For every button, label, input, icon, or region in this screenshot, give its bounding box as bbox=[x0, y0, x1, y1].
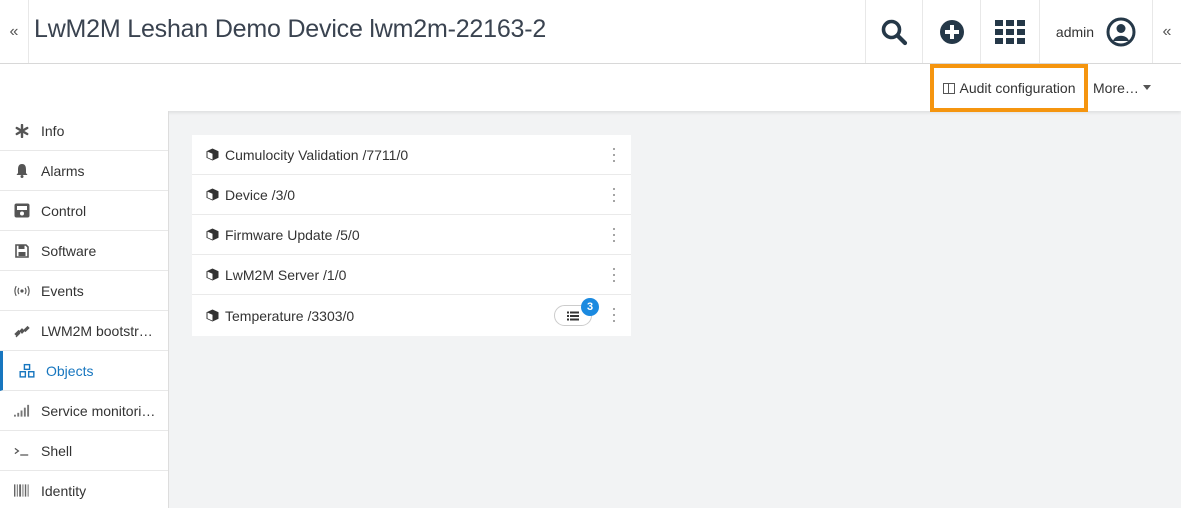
object-label: LwM2M Server /1/0 bbox=[225, 266, 347, 283]
kebab-menu-icon[interactable] bbox=[611, 188, 617, 202]
sidebar-item-label: Control bbox=[41, 202, 87, 219]
sidebar-item-label: Info bbox=[41, 122, 65, 139]
satellite-icon bbox=[14, 323, 30, 339]
control-panel-icon bbox=[14, 203, 30, 219]
sidebar-nav: Info Alarms Control Software Events LWM2… bbox=[0, 111, 169, 508]
header-bar: « LwM2M Leshan Demo Device lwm2m-22163-2… bbox=[0, 0, 1181, 64]
kebab-menu-icon[interactable] bbox=[611, 148, 617, 162]
sidebar-item-label: LWM2M bootstr… bbox=[41, 322, 153, 339]
cube-icon bbox=[206, 148, 219, 161]
sidebar-item-label: Shell bbox=[41, 442, 73, 459]
sidebar-item-label: Alarms bbox=[41, 162, 85, 179]
count-badge: 3 bbox=[581, 298, 599, 316]
object-label: Temperature /3303/0 bbox=[225, 307, 355, 324]
more-dropdown[interactable]: More… bbox=[1093, 64, 1151, 111]
action-bar: Audit configuration More… bbox=[0, 64, 1181, 112]
add-button[interactable] bbox=[922, 0, 980, 63]
caret-down-icon bbox=[1142, 85, 1151, 90]
object-row-temperature[interactable]: Temperature /3303/0 3 bbox=[192, 295, 631, 336]
collapse-left-button[interactable]: « bbox=[0, 0, 29, 63]
object-row-firmware-update[interactable]: Firmware Update /5/0 bbox=[192, 215, 631, 255]
sidebar-item-label: Events bbox=[41, 282, 84, 299]
sidebar-item-info[interactable]: Info bbox=[0, 111, 168, 151]
terminal-icon bbox=[14, 443, 30, 459]
object-row-device[interactable]: Device /3/0 bbox=[192, 175, 631, 215]
sidebar-item-shell[interactable]: Shell bbox=[0, 431, 168, 471]
cube-icon bbox=[206, 268, 219, 281]
list-icon bbox=[567, 311, 579, 320]
audit-configuration-label: Audit configuration bbox=[959, 80, 1076, 96]
columns-icon bbox=[942, 82, 955, 94]
sidebar-item-label: Software bbox=[41, 242, 97, 259]
kebab-menu-icon[interactable] bbox=[611, 268, 617, 282]
sidebar-item-identity[interactable]: Identity bbox=[0, 471, 168, 508]
sidebar-item-objects[interactable]: Objects bbox=[0, 351, 168, 391]
user-menu-button[interactable]: admin bbox=[1039, 0, 1152, 63]
object-label: Device /3/0 bbox=[225, 186, 296, 203]
objects-list: Cumulocity Validation /7711/0 Device /3/… bbox=[192, 135, 631, 336]
sidebar-item-alarms[interactable]: Alarms bbox=[0, 151, 168, 191]
search-icon bbox=[881, 19, 908, 45]
app-grid-icon bbox=[995, 19, 1025, 44]
collapse-right-button[interactable]: « bbox=[1152, 0, 1181, 63]
sidebar-item-label: Service monitori… bbox=[41, 402, 156, 419]
audit-configuration-button[interactable]: Audit configuration bbox=[930, 64, 1088, 112]
sidebar-item-software[interactable]: Software bbox=[0, 231, 168, 271]
cubes-icon bbox=[19, 363, 35, 379]
sidebar-item-lwm2m-bootstrap[interactable]: LWM2M bootstr… bbox=[0, 311, 168, 351]
object-row-cumulocity-validation[interactable]: Cumulocity Validation /7711/0 bbox=[192, 135, 631, 175]
asterisk-icon bbox=[14, 123, 30, 139]
sidebar-item-service-monitoring[interactable]: Service monitori… bbox=[0, 391, 168, 431]
broadcast-icon bbox=[14, 283, 30, 299]
signal-bars-icon bbox=[14, 403, 30, 419]
cube-icon bbox=[206, 188, 219, 201]
double-chevron-left-icon: « bbox=[1162, 22, 1172, 40]
cube-icon bbox=[206, 309, 219, 322]
kebab-menu-icon[interactable] bbox=[611, 228, 617, 242]
object-label: Cumulocity Validation /7711/0 bbox=[225, 146, 409, 163]
sidebar-item-control[interactable]: Control bbox=[0, 191, 168, 231]
floppy-disk-icon bbox=[14, 243, 30, 259]
object-label: Firmware Update /5/0 bbox=[225, 226, 360, 243]
page-title: LwM2M Leshan Demo Device lwm2m-22163-2 bbox=[34, 15, 547, 43]
more-label: More… bbox=[1093, 79, 1139, 96]
app-switcher-button[interactable] bbox=[980, 0, 1039, 63]
bell-icon bbox=[14, 163, 30, 179]
user-name: admin bbox=[1055, 23, 1095, 40]
cube-icon bbox=[206, 228, 219, 241]
plus-circle-icon bbox=[939, 19, 964, 44]
double-chevron-left-icon: « bbox=[9, 22, 19, 40]
sidebar-item-events[interactable]: Events bbox=[0, 271, 168, 311]
sidebar-item-label: Objects bbox=[46, 362, 94, 379]
object-row-lwm2m-server[interactable]: LwM2M Server /1/0 bbox=[192, 255, 631, 295]
search-button[interactable] bbox=[865, 0, 922, 63]
barcode-icon bbox=[14, 483, 30, 499]
user-circle-icon bbox=[1106, 17, 1136, 46]
sidebar-item-label: Identity bbox=[41, 482, 87, 499]
kebab-menu-icon[interactable] bbox=[611, 308, 617, 322]
